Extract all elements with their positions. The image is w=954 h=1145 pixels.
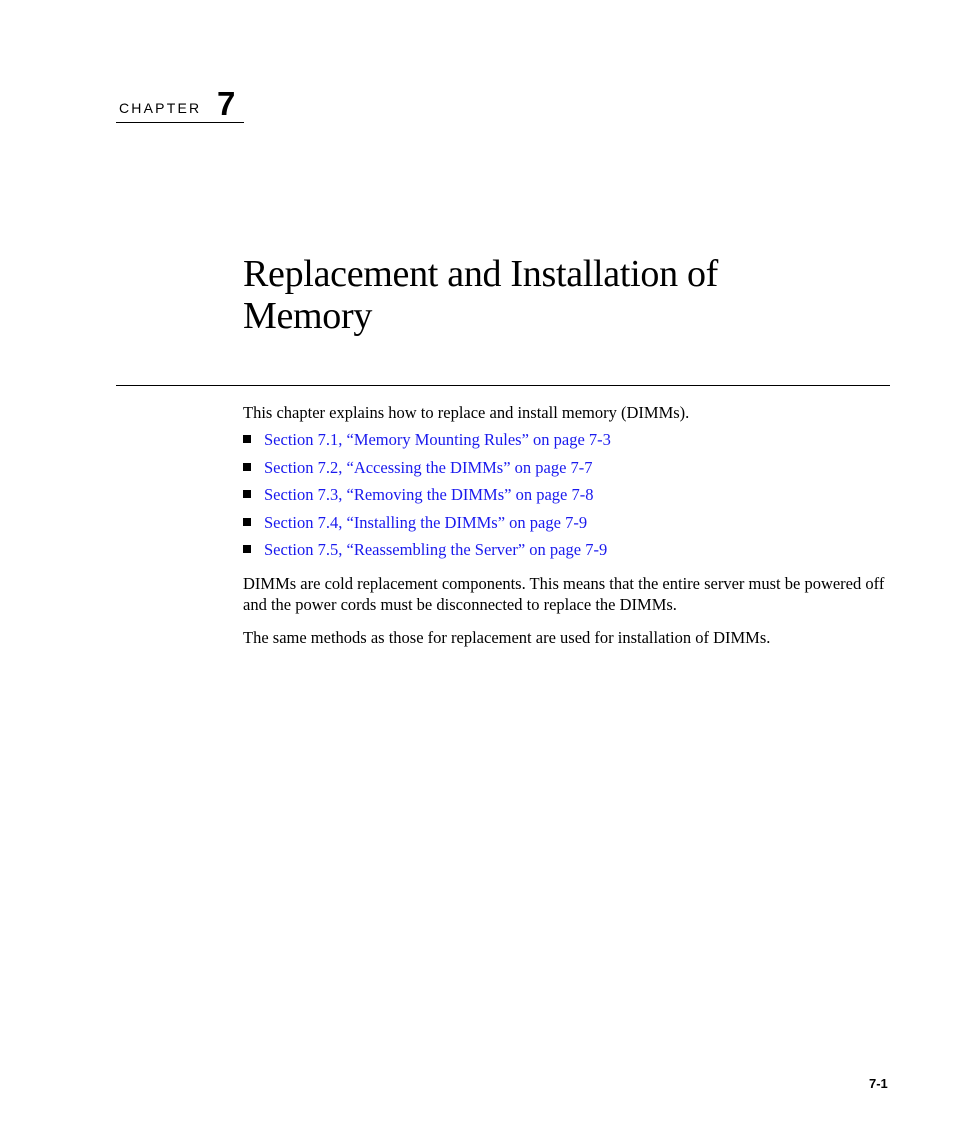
bullet-icon <box>243 462 251 471</box>
chapter-heading: CHAPTER 7 <box>116 85 244 123</box>
cold-replacement-paragraph: DIMMs are cold replacement components. T… <box>243 573 885 614</box>
intro-paragraph: This chapter explains how to replace and… <box>243 403 690 422</box>
section-link-7-4[interactable]: Section 7.4, “Installing the DIMMs” on p… <box>264 512 587 533</box>
section-link-7-3[interactable]: Section 7.3, “Removing the DIMMs” on pag… <box>264 484 593 505</box>
section-link-7-1[interactable]: Section 7.1, “Memory Mounting Rules” on … <box>264 429 611 450</box>
bullet-icon <box>243 545 251 553</box>
list-item: Section 7.2, “Accessing the DIMMs” on pa… <box>243 457 893 485</box>
page-number: 7-1 <box>869 1076 888 1091</box>
bullet-icon <box>243 490 251 498</box>
section-link-7-5[interactable]: Section 7.5, “Reassembling the Server” o… <box>264 539 607 560</box>
list-item: Section 7.4, “Installing the DIMMs” on p… <box>243 512 893 540</box>
chapter-number: 7 <box>217 85 236 122</box>
installation-note-paragraph: The same methods as those for replacemen… <box>243 627 771 647</box>
bullet-icon <box>243 435 251 443</box>
chapter-label: CHAPTER <box>119 100 202 116</box>
title-divider <box>116 385 890 386</box>
list-item: Section 7.1, “Memory Mounting Rules” on … <box>243 429 893 457</box>
bullet-icon <box>243 517 251 526</box>
section-link-list: Section 7.1, “Memory Mounting Rules” on … <box>243 429 893 567</box>
list-item: Section 7.3, “Removing the DIMMs” on pag… <box>243 484 893 512</box>
list-item: Section 7.5, “Reassembling the Server” o… <box>243 539 893 567</box>
section-link-7-2[interactable]: Section 7.2, “Accessing the DIMMs” on pa… <box>264 457 593 478</box>
chapter-body: This chapter explains how to replace and… <box>243 402 893 648</box>
page-title: Replacement and Installation of Memory <box>243 253 719 337</box>
